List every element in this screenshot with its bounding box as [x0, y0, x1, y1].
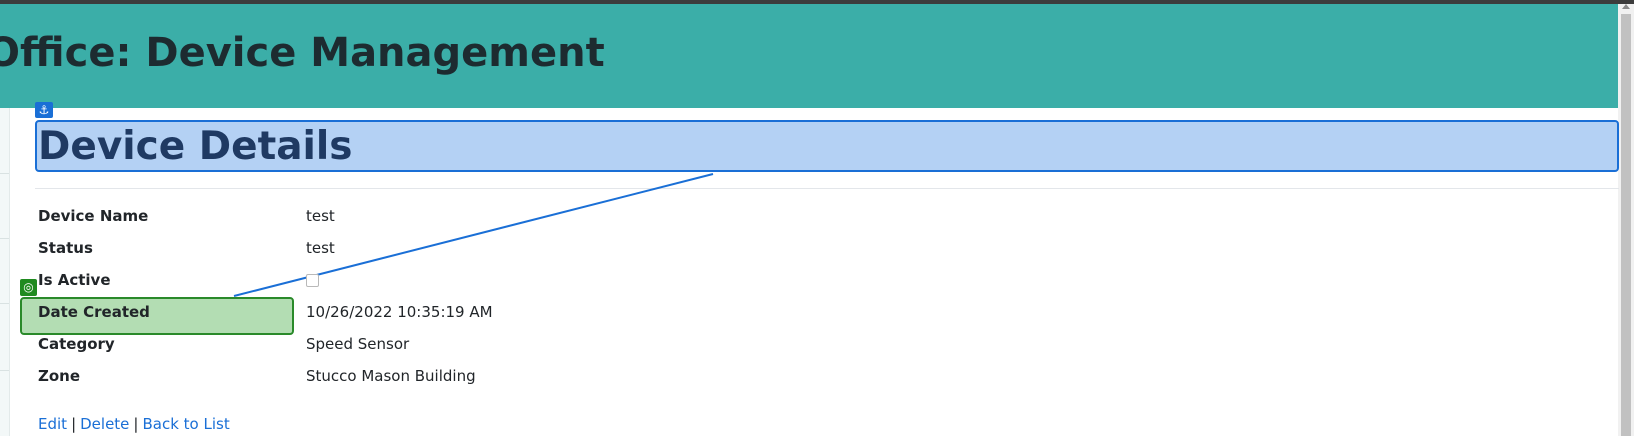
is-active-label: Is Active: [38, 271, 111, 289]
link-separator: |: [133, 415, 139, 433]
edit-link[interactable]: Edit: [38, 415, 67, 433]
anchor-icon: ⚓: [35, 102, 53, 118]
category-label: Category: [38, 335, 115, 353]
app-banner: Office: Device Management: [0, 4, 1618, 108]
vertical-scrollbar[interactable]: [1618, 4, 1634, 436]
device-name-value: test: [306, 207, 335, 225]
divider: [35, 188, 1619, 189]
back-to-list-link[interactable]: Back to List: [142, 415, 229, 433]
delete-link[interactable]: Delete: [80, 415, 129, 433]
link-separator: |: [71, 415, 77, 433]
device-name-label: Device Name: [38, 207, 149, 225]
is-active-checkbox: [306, 274, 319, 287]
zone-label: Zone: [38, 367, 81, 385]
app-title: Office: Device Management: [0, 30, 605, 76]
status-label: Status: [38, 239, 93, 257]
scrollbar-thumb[interactable]: [1621, 14, 1631, 436]
target-icon: ◎: [20, 279, 37, 296]
status-value: test: [306, 239, 335, 257]
date-created-label: Date Created: [38, 303, 150, 321]
category-value: Speed Sensor: [306, 335, 410, 353]
action-links: Edit | Delete | Back to List: [38, 415, 230, 433]
date-created-value: 10/26/2022 10:35:19 AM: [306, 303, 493, 321]
page-title: Device Details: [38, 124, 353, 169]
scroll-up-icon[interactable]: [1622, 4, 1630, 9]
zone-value: Stucco Mason Building: [306, 367, 476, 385]
left-sidebar-edge: [0, 108, 10, 436]
